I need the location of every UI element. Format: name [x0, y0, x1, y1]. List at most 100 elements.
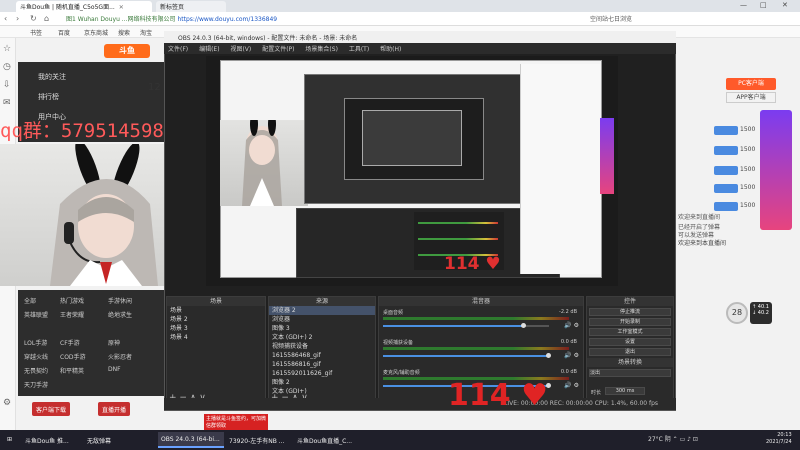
nav-item[interactable]: 绝地求生: [108, 310, 132, 319]
bookmark-item[interactable]: 搜索: [118, 28, 130, 37]
obs-menu-profile[interactable]: 配置文件(P): [262, 46, 294, 53]
scene-item[interactable]: 场景: [167, 306, 265, 315]
nav-item[interactable]: 英雄联盟: [24, 310, 48, 319]
bookmark-item[interactable]: 京东商城: [84, 28, 108, 37]
speaker-icon[interactable]: 🔊 ⚙: [564, 352, 579, 359]
source-item[interactable]: 浏览器: [269, 315, 375, 324]
home-icon[interactable]: ⌂: [44, 14, 49, 23]
browser-tab[interactable]: 新标签页: [156, 1, 226, 12]
menu-item-follow[interactable]: 我的关注: [38, 72, 66, 82]
rank-value: 1500: [740, 202, 756, 209]
nav-item[interactable]: 全部: [24, 296, 36, 305]
nav-item[interactable]: 手游休闲: [108, 296, 132, 305]
pc-client-button[interactable]: PC客户端: [726, 78, 776, 90]
studio-mode-button[interactable]: 工作室模式: [589, 328, 671, 336]
volume-slider[interactable]: [383, 353, 551, 358]
taskbar-item-browser[interactable]: 斗鱼Dou鱼直播_C...: [294, 432, 360, 448]
speaker-icon[interactable]: 🔊 ⚙: [564, 382, 579, 389]
rank-row: 1500: [680, 166, 758, 178]
bookmark-item[interactable]: 书签: [30, 28, 42, 37]
close-icon[interactable]: ✕: [119, 4, 124, 11]
nav-item[interactable]: 热门游戏: [60, 296, 84, 305]
bookmark-item[interactable]: 淘宝: [140, 28, 152, 37]
start-stream-button[interactable]: 直播开播: [98, 402, 131, 416]
level-badge: [714, 184, 738, 193]
obs-status-bar: LIVE: 00:00:00 REC: 00:00:00 CPU: 1.4%, …: [164, 398, 676, 410]
obs-menu-file[interactable]: 文件(F): [168, 46, 188, 53]
nav-item[interactable]: 和平精英: [60, 366, 84, 375]
source-item[interactable]: 浏览器 2: [269, 306, 375, 315]
source-item[interactable]: 图像 3: [269, 324, 375, 333]
nav-item[interactable]: 火影忍者: [108, 352, 132, 361]
tray-icons: ⌃ ▭ ♪ ⊡: [672, 436, 698, 443]
mixer-dock-title: 混音器: [379, 297, 583, 306]
start-recording-button[interactable]: 开始录制: [589, 318, 671, 326]
source-item[interactable]: 文本 (GDI+) 2: [269, 333, 375, 342]
sources-dock-title: 来源: [269, 297, 375, 306]
url-field[interactable]: 图1 Wuhan Douyu ...网络科技有限公司 https://www.d…: [66, 14, 536, 24]
nav-item[interactable]: 穿越火线: [24, 352, 48, 361]
nav-item[interactable]: 天刀手游: [24, 380, 48, 389]
menu-item-rank[interactable]: 排行榜: [38, 92, 59, 102]
nav-item[interactable]: 王者荣耀: [60, 310, 84, 319]
nav-item[interactable]: COD手游: [60, 352, 86, 361]
nav-item[interactable]: 无畏契约: [24, 366, 48, 375]
source-item[interactable]: 视频捕获设备: [269, 342, 375, 351]
taskbar-item-douyu-push[interactable]: 斗鱼Dou鱼 推...: [22, 432, 80, 448]
app-client-button[interactable]: APP客户端: [726, 92, 776, 103]
refresh-icon[interactable]: ↻: [30, 14, 37, 23]
scene-item[interactable]: 场景 4: [167, 333, 265, 342]
source-item[interactable]: 1615586468_gif: [269, 351, 375, 360]
taskbar-item-video[interactable]: 73920-左手有NB ...: [226, 432, 292, 448]
mixer-channel-db: 0.0 dB: [560, 369, 577, 375]
maximize-icon[interactable]: □: [760, 1, 767, 9]
clock-date: 2021/7/24: [766, 439, 792, 445]
obs-menu-help[interactable]: 帮助(H): [380, 46, 401, 53]
url-text: https://www.douyu.com/1336849: [177, 16, 278, 23]
nav-item[interactable]: DNF: [108, 366, 121, 373]
duration-input[interactable]: 300 ms: [605, 387, 645, 395]
obs-menu-view[interactable]: 视图(V): [230, 46, 251, 53]
close-window-icon[interactable]: ✕: [782, 1, 788, 9]
scenes-dock-title: 场景: [167, 297, 265, 306]
tab-label: 斗鱼Dou鱼 | 随机直播_C5o5G面...: [20, 4, 115, 11]
download-client-button[interactable]: 客户端下载: [32, 402, 71, 416]
mail-icon[interactable]: ✉: [3, 98, 11, 108]
source-item[interactable]: 图像 2: [269, 378, 375, 387]
browser-tab-active[interactable]: 斗鱼Dou鱼 | 随机直播_C5o5G面... ✕: [16, 1, 152, 12]
obs-menu-scene-collection[interactable]: 场景集合(S): [305, 46, 338, 53]
bookmark-item[interactable]: 百度: [58, 28, 70, 37]
nav-item[interactable]: CF手游: [60, 338, 80, 347]
scene-item[interactable]: 场景 3: [167, 324, 265, 333]
douyu-logo[interactable]: 斗鱼: [104, 44, 150, 58]
promo-banner[interactable]: [760, 110, 792, 230]
back-icon[interactable]: ‹: [4, 14, 7, 23]
obs-menu-tools[interactable]: 工具(T): [349, 46, 369, 53]
volume-slider[interactable]: [383, 323, 549, 328]
nav-item[interactable]: LOL手游: [24, 338, 47, 347]
volume-knob[interactable]: [546, 353, 551, 358]
speaker-icon[interactable]: 🔊 ⚙: [564, 322, 579, 329]
volume-fill: [383, 325, 525, 327]
forward-icon[interactable]: ›: [16, 14, 19, 23]
start-icon[interactable]: ⊞: [4, 432, 15, 448]
exit-button[interactable]: 退出: [589, 348, 671, 356]
taskbar-item-obs[interactable]: OBS 24.0.3 (64-bi...: [158, 432, 224, 448]
settings-icon[interactable]: ⚙: [3, 398, 11, 408]
scene-item[interactable]: 场景 2: [167, 315, 265, 324]
minimize-icon[interactable]: —: [740, 1, 747, 9]
star-icon[interactable]: ☆: [3, 44, 11, 54]
nav-item[interactable]: 原神: [108, 338, 120, 347]
obs-menu-edit[interactable]: 编辑(E): [199, 46, 219, 53]
history-icon[interactable]: ◷: [3, 62, 11, 72]
volume-knob[interactable]: [521, 323, 527, 328]
stop-streaming-button[interactable]: 停止推流: [589, 308, 671, 316]
source-item[interactable]: 1615586816_gif: [269, 360, 375, 369]
clock[interactable]: 20:13 2021/7/24: [766, 432, 792, 446]
taskbar-item-danmu[interactable]: 无敌弹幕: [84, 432, 154, 448]
settings-button[interactable]: 设置: [589, 338, 671, 346]
source-item[interactable]: 1615592011626_gif: [269, 369, 375, 378]
download-icon[interactable]: ⇩: [3, 80, 11, 90]
transition-select[interactable]: 淡出: [589, 369, 671, 377]
system-tray[interactable]: 27°C 阴 ⌃ ▭ ♪ ⊡: [648, 434, 698, 443]
